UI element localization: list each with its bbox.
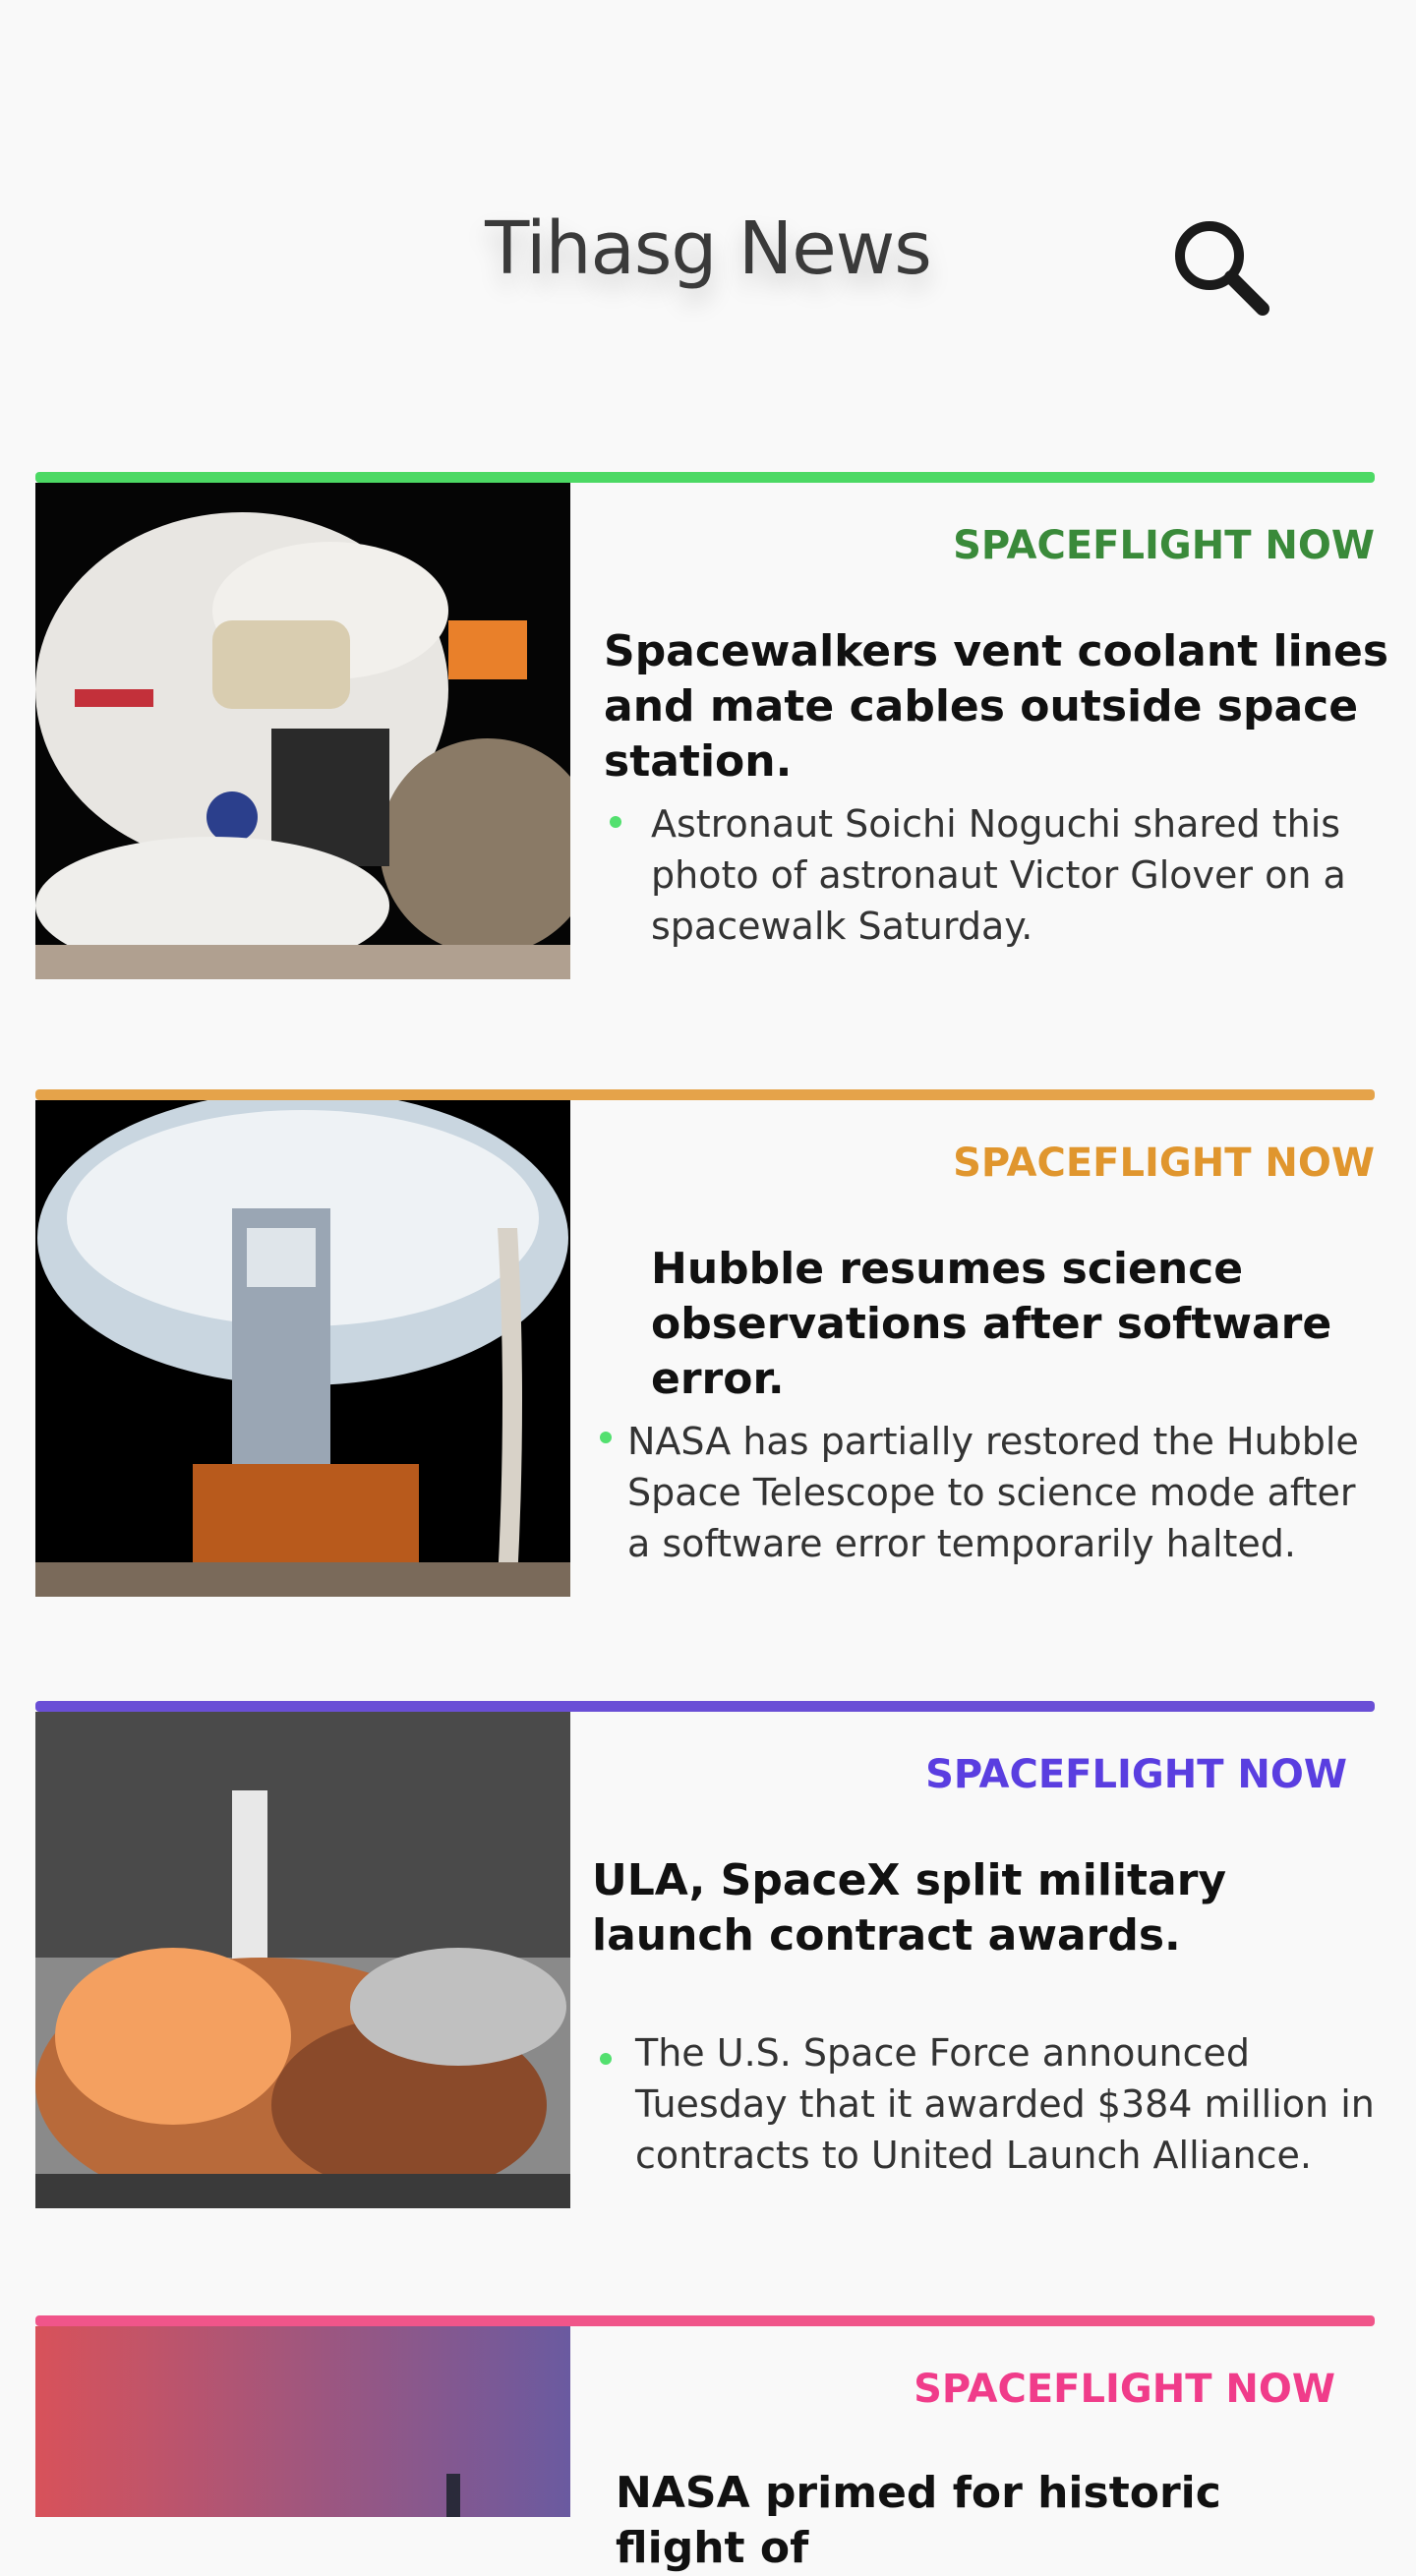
article-source: SPACEFLIGHT NOW — [953, 523, 1375, 568]
article-source: SPACEFLIGHT NOW — [953, 1141, 1375, 1186]
card-accent-bar — [35, 472, 1375, 483]
article-source: SPACEFLIGHT NOW — [914, 2367, 1335, 2412]
article-title[interactable]: Hubble resumes science observations afte… — [651, 1242, 1375, 1407]
article-card[interactable]: SPACEFLIGHT NOW Hubble resumes science o… — [35, 1089, 1375, 1610]
article-card[interactable]: SPACEFLIGHT NOW ULA, SpaceX split milita… — [35, 1701, 1375, 2222]
article-summary: NASA has partially restored the Hubble S… — [627, 1420, 1359, 1565]
bullet-icon — [600, 2053, 612, 2065]
article-summary: Astronaut Soichi Noguchi shared this pho… — [651, 802, 1346, 948]
search-icon — [1175, 221, 1269, 316]
article-thumbnail[interactable] — [35, 483, 570, 979]
bullet-icon — [610, 816, 621, 828]
card-accent-bar — [35, 1089, 1375, 1100]
article-thumbnail[interactable] — [35, 2326, 570, 2517]
search-button[interactable] — [1160, 206, 1278, 324]
article-source: SPACEFLIGHT NOW — [925, 1752, 1347, 1797]
app-header: Tihasg News — [0, 0, 1416, 393]
article-title[interactable]: Spacewalkers vent coolant lines and mate… — [604, 624, 1390, 790]
card-accent-bar — [35, 2315, 1375, 2326]
article-card[interactable]: SPACEFLIGHT NOW NASA primed for historic… — [35, 2315, 1375, 2573]
article-thumbnail[interactable] — [35, 1712, 570, 2208]
card-accent-bar — [35, 1701, 1375, 1712]
article-thumbnail[interactable] — [35, 1100, 570, 1597]
article-summary: The U.S. Space Force announced Tuesday t… — [635, 2031, 1375, 2177]
bullet-icon — [600, 1432, 612, 1443]
article-title[interactable]: NASA primed for historic flight of — [616, 2466, 1363, 2576]
article-card[interactable]: SPACEFLIGHT NOW Spacewalkers vent coolan… — [35, 472, 1388, 993]
article-title[interactable]: ULA, SpaceX split military launch contra… — [592, 1853, 1359, 1963]
